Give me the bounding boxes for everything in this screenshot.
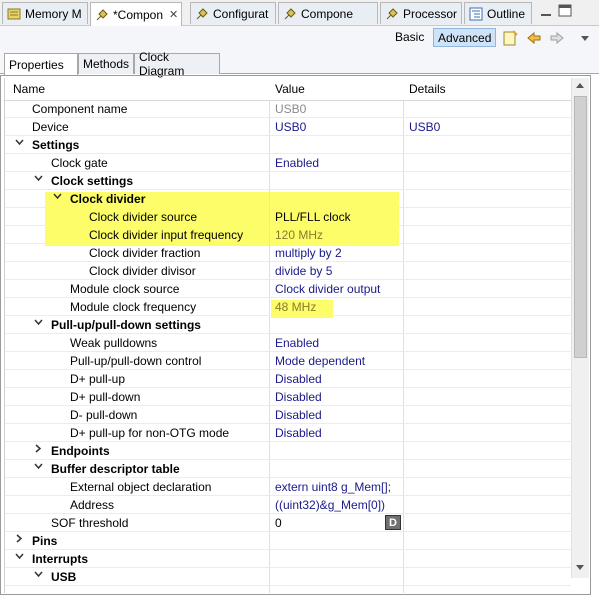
table-row[interactable]: Address ((uint32)&g_Mem[0]) (5, 496, 571, 514)
collapse-chevron-icon[interactable] (34, 318, 44, 330)
tab-outline[interactable]: Outline (464, 2, 532, 24)
expand-chevron-icon[interactable] (15, 534, 25, 546)
column-header-value[interactable]: Value (275, 82, 305, 96)
outline-tab-icon (469, 7, 483, 21)
component-tab-icon (195, 7, 209, 21)
tab-memory-map[interactable]: Memory M (2, 2, 88, 24)
table-row[interactable]: Component name USB0 (5, 100, 571, 118)
collapse-chevron-icon[interactable] (34, 174, 44, 186)
tab-configurations[interactable]: Configurat (190, 2, 276, 24)
tab-component-inspector[interactable]: *Compon ✕ (90, 2, 182, 26)
tab-components[interactable]: Compone (278, 2, 378, 24)
column-header-name[interactable]: Name (13, 82, 45, 96)
table-row[interactable]: Clock settings (5, 172, 571, 190)
table-row[interactable]: Module clock frequency 48 MHz (5, 298, 571, 316)
component-tab-icon (385, 7, 399, 21)
tab-methods[interactable]: Methods (78, 53, 134, 74)
table-row[interactable]: Endpoints (5, 442, 571, 460)
table-row[interactable]: Weak pulldowns Enabled (5, 334, 571, 352)
table-row[interactable]: Clock divider input frequency 120 MHz (5, 226, 571, 244)
collapse-chevron-icon[interactable] (53, 192, 63, 204)
table-row[interactable]: Interrupts (5, 550, 571, 568)
back-arrow-icon[interactable] (526, 30, 542, 46)
component-tab-icon (95, 8, 109, 22)
table-row[interactable]: Settings (5, 136, 571, 154)
scroll-up-icon[interactable] (575, 81, 585, 91)
table-row[interactable]: Clock divider (5, 190, 571, 208)
column-header-details[interactable]: Details (409, 82, 446, 96)
properties-table: Name Value Details Component name USB0 D… (4, 78, 571, 593)
tab-properties[interactable]: Properties (4, 53, 78, 75)
table-row[interactable]: D- pull-down Disabled (5, 406, 571, 424)
expand-chevron-icon[interactable] (34, 444, 44, 456)
collapse-chevron-icon[interactable] (34, 462, 44, 474)
collapse-chevron-icon[interactable] (15, 552, 25, 564)
table-row[interactable]: D+ pull-up for non-OTG mode Disabled (5, 424, 571, 442)
table-row[interactable]: Device USB0 USB0 (5, 118, 571, 136)
vertical-scrollbar[interactable] (571, 78, 589, 578)
table-row[interactable]: D+ pull-up Disabled (5, 370, 571, 388)
view-menu-icon[interactable] (577, 30, 593, 46)
component-tab-icon (283, 7, 297, 21)
editor-tab-bar: Memory M *Compon ✕ Configurat Compone Pr… (0, 0, 599, 26)
close-icon[interactable]: ✕ (169, 8, 178, 21)
default-value-button[interactable]: D (385, 515, 401, 530)
table-row[interactable]: SOF threshold 0 D (5, 514, 571, 532)
memory-tab-icon (7, 7, 21, 21)
table-row[interactable]: Pins (5, 532, 571, 550)
table-row[interactable]: Clock divider divisor divide by 5 (5, 262, 571, 280)
table-row[interactable]: External object declaration extern uint8… (5, 478, 571, 496)
collapse-chevron-icon[interactable] (34, 570, 44, 582)
inspector-toolbar: Basic Advanced (0, 26, 599, 50)
table-row[interactable]: Clock divider source PLL/FLL clock (5, 208, 571, 226)
collapse-chevron-icon[interactable] (15, 138, 25, 150)
basic-mode-button[interactable]: Basic (395, 30, 424, 44)
maximize-icon[interactable] (558, 4, 572, 21)
table-row[interactable]: USB (5, 568, 571, 586)
table-row[interactable]: Clock gate Enabled (5, 154, 571, 172)
table-row[interactable]: D+ pull-down Disabled (5, 388, 571, 406)
tab-clock-diagram[interactable]: Clock Diagram (134, 50, 220, 78)
inspector-page-tabs: Properties Methods Clock Diagram (0, 50, 599, 78)
table-row[interactable]: Module clock source Clock divider output (5, 280, 571, 298)
table-row[interactable]: Buffer descriptor table (5, 460, 571, 478)
scroll-down-icon[interactable] (575, 564, 585, 574)
table-header: Name Value Details (5, 78, 571, 101)
table-row[interactable]: Clock divider fraction multiply by 2 (5, 244, 571, 262)
new-document-icon[interactable] (502, 30, 518, 46)
forward-arrow-icon[interactable] (549, 30, 565, 46)
advanced-mode-button[interactable]: Advanced (433, 28, 497, 47)
scrollbar-thumb[interactable] (574, 96, 587, 358)
table-row[interactable]: Pull-up/pull-down control Mode dependent (5, 352, 571, 370)
table-row[interactable]: Pull-up/pull-down settings (5, 316, 571, 334)
minimize-icon[interactable] (540, 6, 552, 21)
tab-processor[interactable]: Processor (380, 2, 462, 24)
